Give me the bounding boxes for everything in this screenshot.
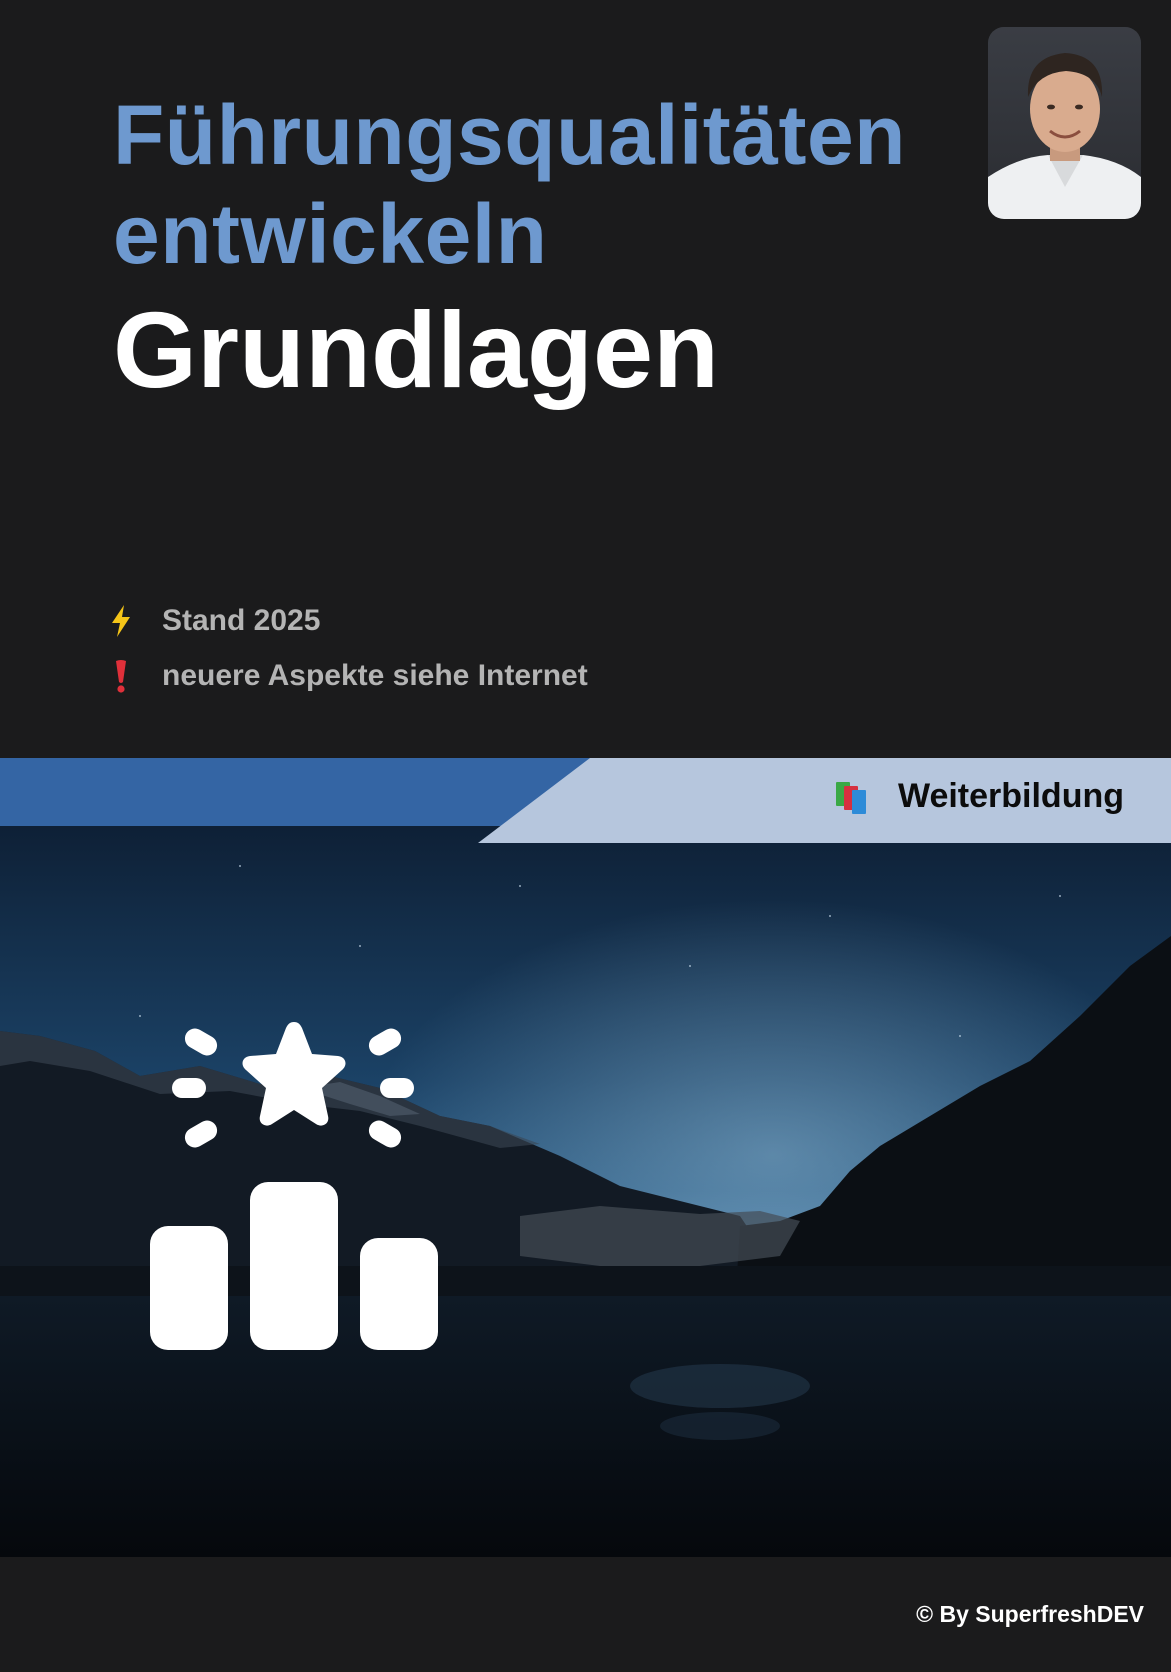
note-version: Stand 2025 bbox=[108, 604, 320, 638]
title-line-1: Führungsqualitäten bbox=[113, 88, 906, 182]
category-label: Weiterbildung bbox=[832, 776, 1124, 816]
cover-page: Führungsqualitäten entwickeln Grundlagen bbox=[0, 0, 1171, 1672]
page-title: Führungsqualitäten entwickeln bbox=[113, 86, 963, 284]
note-text: Stand 2025 bbox=[162, 604, 321, 637]
page-subtitle: Grundlagen bbox=[113, 289, 720, 410]
copyright-text: © By SuperfreshDEV bbox=[916, 1601, 1144, 1627]
lightning-icon bbox=[108, 604, 134, 638]
category-text: Weiterbildung bbox=[897, 776, 1124, 815]
exclamation-icon bbox=[108, 659, 134, 693]
books-icon bbox=[832, 776, 872, 816]
author-avatar bbox=[988, 27, 1141, 219]
note-internet: neuere Aspekte siehe Internet bbox=[108, 659, 588, 693]
category-banner: Weiterbildung bbox=[0, 758, 1171, 843]
award-podium-icon bbox=[140, 1020, 440, 1350]
title-line-2: entwickeln bbox=[113, 187, 548, 281]
note-text: neuere Aspekte siehe Internet bbox=[162, 659, 588, 692]
footer: © By SuperfreshDEV bbox=[0, 1557, 1171, 1672]
